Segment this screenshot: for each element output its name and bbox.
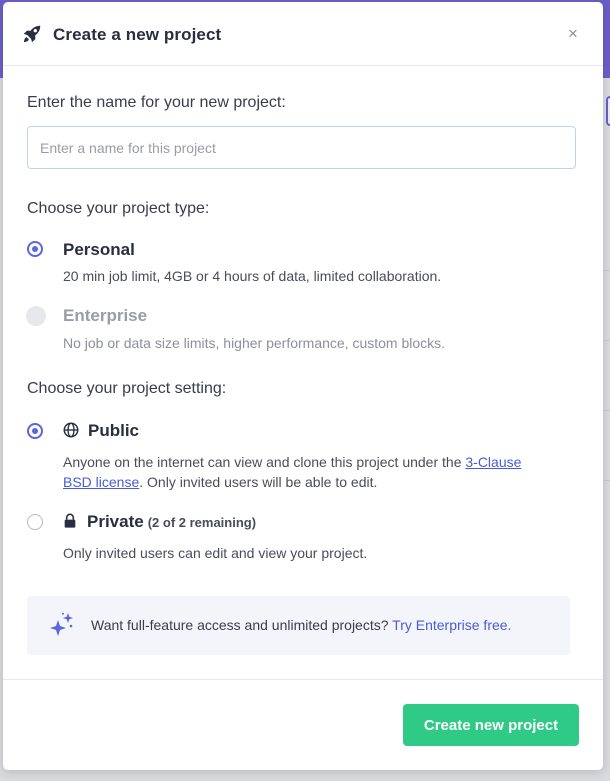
- private-title-text: Private: [87, 512, 144, 531]
- project-name-input[interactable]: [27, 126, 576, 169]
- enterprise-promo-banner: Want full-feature access and unlimited p…: [27, 596, 570, 655]
- project-setting-label: Choose your project setting:: [27, 380, 227, 397]
- enterprise-option-title: Enterprise: [63, 306, 148, 325]
- background-divider: [604, 340, 610, 341]
- private-option-description: Only invited users can edit and view you…: [63, 545, 368, 561]
- private-option-title: Private (2 of 2 remaining): [87, 512, 256, 532]
- public-option-description: Anyone on the internet can view and clon…: [63, 452, 533, 492]
- private-remaining-note: (2 of 2 remaining): [147, 515, 257, 530]
- private-radio[interactable]: [27, 514, 43, 530]
- modal-header: Create a new project ×: [3, 2, 603, 66]
- create-project-button[interactable]: Create new project: [403, 704, 579, 746]
- promo-message: Want full-feature access and unlimited p…: [91, 617, 389, 633]
- lock-icon: [64, 513, 76, 528]
- personal-option-description: 20 min job limit, 4GB or 4 hours of data…: [63, 268, 442, 284]
- project-name-label: Enter the name for your new project:: [27, 94, 286, 111]
- personal-radio[interactable]: [27, 241, 43, 257]
- modal-title: Create a new project: [53, 25, 222, 44]
- close-icon[interactable]: ×: [563, 24, 583, 44]
- enterprise-option-description: No job or data size limits, higher perfo…: [63, 335, 446, 351]
- personal-option-title: Personal: [63, 240, 135, 259]
- promo-text: Want full-feature access and unlimited p…: [91, 617, 511, 633]
- footer-divider: [3, 679, 603, 680]
- public-option-title: Public: [88, 421, 140, 440]
- try-enterprise-link[interactable]: Try Enterprise free.: [392, 617, 511, 633]
- rocket-icon: [23, 25, 41, 43]
- globe-icon: [63, 422, 79, 438]
- sparkle-icon: [50, 612, 73, 636]
- create-project-modal: Create a new project × Enter the name fo…: [3, 2, 603, 770]
- background-divider: [604, 480, 610, 481]
- public-description-text: Anyone on the internet can view and clon…: [63, 454, 466, 470]
- background-divider: [604, 410, 610, 411]
- public-description-text-end: . Only invited users will be able to edi…: [139, 474, 378, 490]
- project-type-label: Choose your project type:: [27, 200, 210, 217]
- enterprise-radio: [26, 306, 46, 326]
- background-app-button: [606, 96, 610, 126]
- background-divider: [604, 270, 610, 271]
- public-radio[interactable]: [27, 423, 43, 439]
